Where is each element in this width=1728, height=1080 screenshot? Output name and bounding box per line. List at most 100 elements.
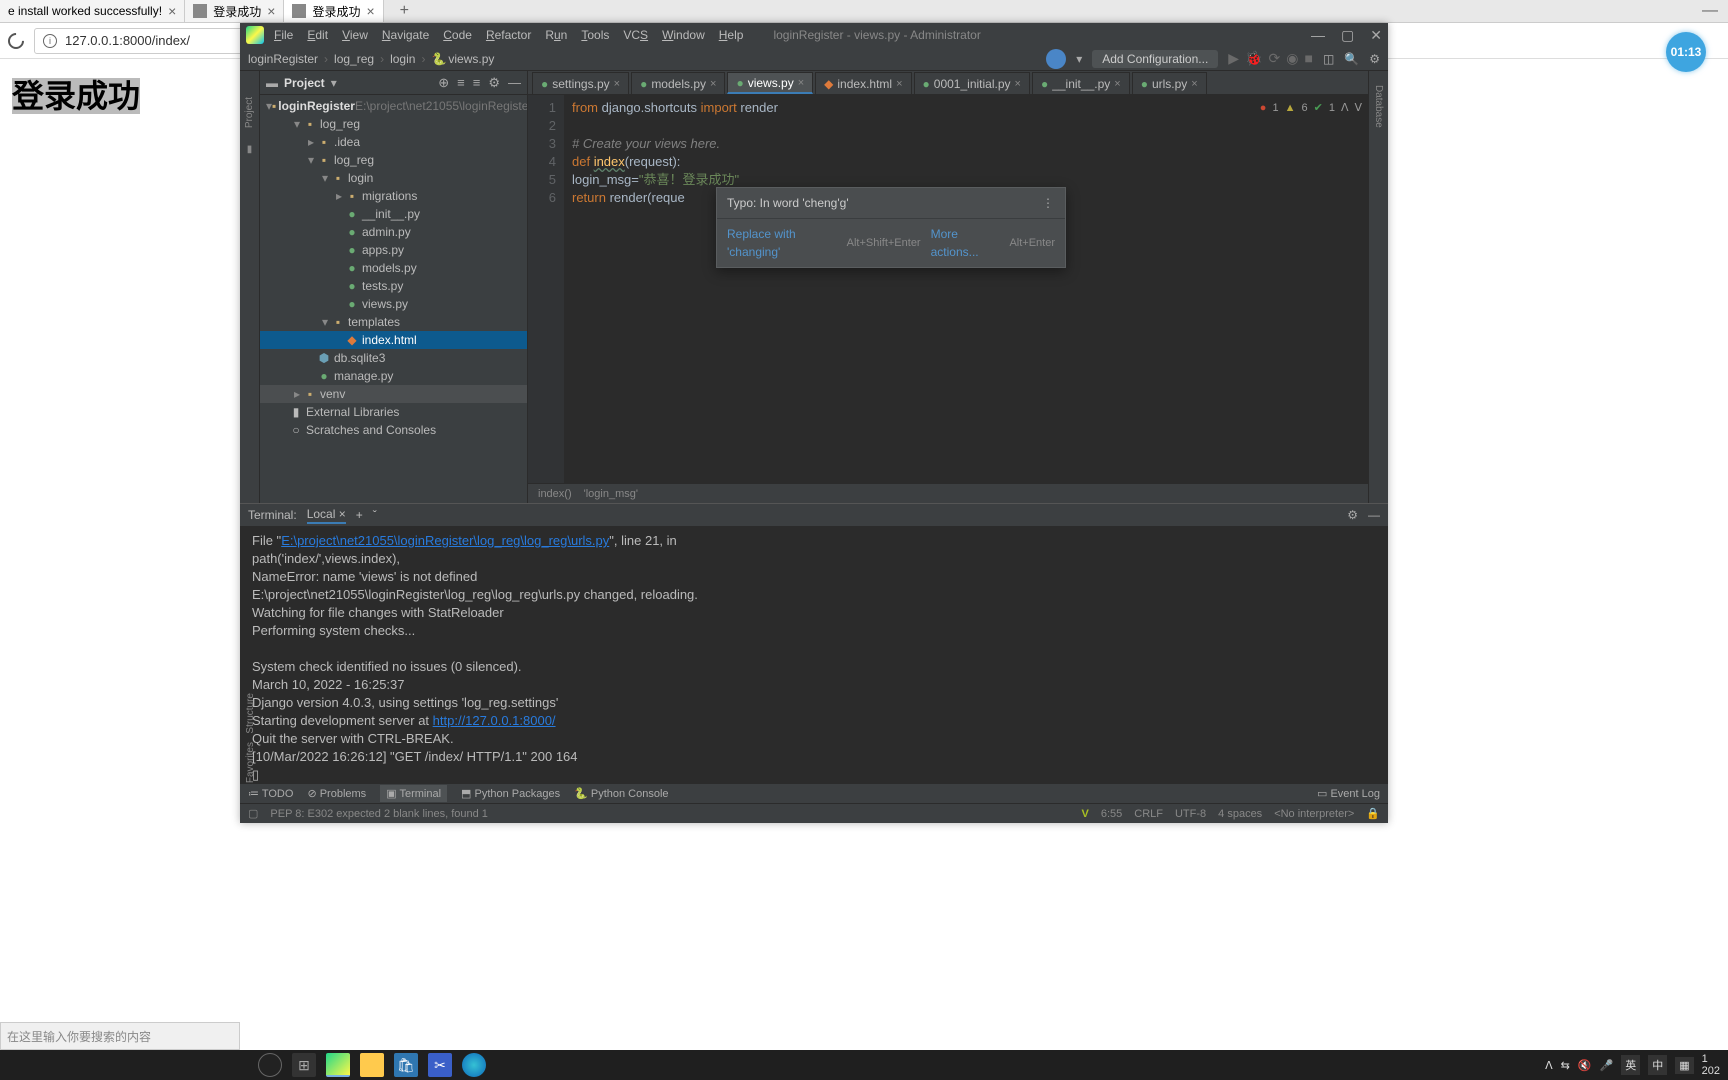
editor-tab[interactable]: ◆ index.html × bbox=[815, 72, 911, 94]
coverage-icon[interactable]: ⟳ bbox=[1269, 50, 1281, 67]
structure-tool-button[interactable]: Structure bbox=[245, 693, 256, 734]
pycharm-taskbar-icon[interactable] bbox=[326, 1053, 350, 1077]
menu-run[interactable]: Run bbox=[539, 28, 573, 42]
browser-tab-2[interactable]: 登录成功 × bbox=[284, 0, 383, 22]
database-tool-button[interactable]: Database bbox=[1371, 79, 1386, 134]
volume-icon[interactable]: 🔇 bbox=[1578, 1059, 1592, 1072]
snip-icon[interactable]: ✂ bbox=[428, 1053, 452, 1077]
terminal-output[interactable]: File "E:\project\net21055\loginRegister\… bbox=[240, 526, 1388, 783]
menu-help[interactable]: Help bbox=[713, 28, 750, 42]
crumb-0[interactable]: loginRegister bbox=[248, 52, 318, 66]
lang-indicator[interactable]: 英 bbox=[1621, 1055, 1640, 1075]
event-log-tab[interactable]: ▭ Event Log bbox=[1317, 787, 1380, 800]
browser-minimize[interactable]: — bbox=[1702, 2, 1728, 20]
cortana-icon[interactable] bbox=[258, 1053, 282, 1077]
minimize-icon[interactable]: — bbox=[1311, 27, 1325, 44]
profile-icon[interactable]: ◉ bbox=[1286, 50, 1298, 67]
menu-window[interactable]: Window bbox=[656, 28, 711, 42]
inspection-widget[interactable]: ●1 ▲6 ✔1 ᐱ ᐯ bbox=[1260, 99, 1362, 117]
tree-item[interactable]: ▾▪log_reg bbox=[260, 115, 527, 133]
crumb-2[interactable]: login bbox=[390, 52, 415, 66]
caret-pos[interactable]: 6:55 bbox=[1101, 808, 1122, 820]
tree-root[interactable]: ▾▪loginRegister E:\project\net21055\logi… bbox=[260, 97, 527, 115]
tree-item[interactable]: ●tests.py bbox=[260, 277, 527, 295]
mic-icon[interactable]: 🎤 bbox=[1600, 1059, 1614, 1072]
gear-icon[interactable]: ⚙ bbox=[1347, 508, 1358, 522]
file-explorer-icon[interactable] bbox=[360, 1053, 384, 1077]
windows-search-input[interactable]: 在这里输入你要搜索的内容 bbox=[0, 1022, 240, 1050]
new-session-icon[interactable]: + bbox=[356, 508, 363, 522]
close-icon[interactable]: ✕ bbox=[1370, 27, 1382, 44]
menu-navigate[interactable]: Navigate bbox=[376, 28, 435, 42]
tree-item[interactable]: ▸▪migrations bbox=[260, 187, 527, 205]
bookmark-icon[interactable]: ▮ bbox=[247, 144, 253, 155]
editor-tab[interactable]: ● views.py × bbox=[727, 72, 813, 94]
ime-indicator[interactable]: 中 bbox=[1648, 1055, 1667, 1075]
tree-item[interactable]: ●manage.py bbox=[260, 367, 527, 385]
close-icon[interactable]: × bbox=[798, 77, 804, 89]
close-icon[interactable]: × bbox=[267, 3, 275, 19]
console-tab[interactable]: 🐍 Python Console bbox=[574, 787, 668, 800]
tree-item[interactable]: ●views.py bbox=[260, 295, 527, 313]
indent[interactable]: 4 spaces bbox=[1218, 808, 1262, 820]
more-icon[interactable]: ⋮ bbox=[1042, 194, 1055, 212]
tree-item[interactable]: ●__init__.py bbox=[260, 205, 527, 223]
packages-tab[interactable]: ⬒ Python Packages bbox=[461, 787, 560, 800]
encoding[interactable]: UTF-8 bbox=[1175, 808, 1206, 820]
close-icon[interactable]: × bbox=[168, 3, 176, 19]
hide-icon[interactable]: — bbox=[1368, 508, 1380, 522]
close-icon[interactable]: × bbox=[896, 78, 902, 90]
tree-item[interactable]: ●models.py bbox=[260, 259, 527, 277]
close-icon[interactable]: × bbox=[1015, 78, 1021, 90]
tree-item[interactable]: ●apps.py bbox=[260, 241, 527, 259]
project-tool-button[interactable]: Project bbox=[242, 91, 257, 134]
menu-tools[interactable]: Tools bbox=[575, 28, 615, 42]
collapse-icon[interactable]: ≡ bbox=[473, 75, 481, 91]
tray-chevron-icon[interactable]: ᐱ bbox=[1545, 1059, 1553, 1072]
gear-icon[interactable]: ⚙ bbox=[1369, 52, 1380, 66]
tree-item[interactable]: ▸▪.idea bbox=[260, 133, 527, 151]
menu-edit[interactable]: Edit bbox=[301, 28, 334, 42]
tree-item[interactable]: ▾▪login bbox=[260, 169, 527, 187]
crumb[interactable]: index() bbox=[538, 488, 572, 500]
menu-refactor[interactable]: Refactor bbox=[480, 28, 537, 42]
reload-icon[interactable] bbox=[5, 29, 28, 52]
todo-tab[interactable]: ≔ TODO bbox=[248, 787, 293, 800]
maximize-icon[interactable]: ▢ bbox=[1341, 27, 1354, 44]
close-icon[interactable]: × bbox=[710, 78, 716, 90]
terminal-tab[interactable]: ▣ Terminal bbox=[380, 785, 447, 802]
tree-item[interactable]: ▸▪venv bbox=[260, 385, 527, 403]
tree-item[interactable]: ▾▪templates bbox=[260, 313, 527, 331]
vcs-icon[interactable]: ◫ bbox=[1323, 52, 1334, 66]
network-icon[interactable]: ⇆ bbox=[1561, 1059, 1570, 1072]
tree-item[interactable]: ⬢db.sqlite3 bbox=[260, 349, 527, 367]
run-icon[interactable]: ▶ bbox=[1228, 50, 1239, 67]
close-icon[interactable]: × bbox=[614, 78, 620, 90]
problems-tab[interactable]: ⊘ Problems bbox=[307, 787, 366, 800]
clock[interactable]: 1202 bbox=[1702, 1053, 1720, 1077]
menu-view[interactable]: View bbox=[336, 28, 374, 42]
run-config-dropdown[interactable]: Add Configuration... bbox=[1092, 50, 1218, 68]
prev-highlight-icon[interactable]: ᐱ bbox=[1341, 99, 1349, 117]
next-highlight-icon[interactable]: ᐯ bbox=[1354, 99, 1362, 117]
gear-icon[interactable]: ⚙ bbox=[488, 75, 500, 91]
code-content[interactable]: from django.shortcuts import render # Cr… bbox=[564, 95, 1368, 483]
task-view-icon[interactable]: ⊞ bbox=[292, 1053, 316, 1077]
tool-window-icon[interactable]: ▢ bbox=[248, 807, 258, 820]
tree-item[interactable]: ▮External Libraries bbox=[260, 403, 527, 421]
editor-tab[interactable]: ● models.py × bbox=[631, 72, 725, 94]
edge-icon[interactable] bbox=[462, 1053, 486, 1077]
tree-item[interactable]: ●admin.py bbox=[260, 223, 527, 241]
editor-tab[interactable]: ● __init__.py × bbox=[1032, 72, 1130, 94]
crumb[interactable]: 'login_msg' bbox=[584, 488, 638, 500]
new-tab-button[interactable]: + bbox=[384, 0, 425, 22]
user-avatar-icon[interactable] bbox=[1046, 49, 1066, 69]
locate-icon[interactable]: ⊕ bbox=[438, 75, 449, 91]
replace-action[interactable]: Replace with 'changing' bbox=[727, 225, 837, 261]
favorites-tool-button[interactable]: Favorites bbox=[245, 742, 256, 783]
lock-icon[interactable]: 🔒 bbox=[1366, 807, 1380, 820]
browser-tab-0[interactable]: e install worked successfully! × bbox=[0, 0, 185, 22]
search-icon[interactable]: 🔍 bbox=[1344, 52, 1359, 66]
tree-item[interactable]: ▾▪log_reg bbox=[260, 151, 527, 169]
code-area[interactable]: 123456 from django.shortcuts import rend… bbox=[528, 95, 1368, 483]
